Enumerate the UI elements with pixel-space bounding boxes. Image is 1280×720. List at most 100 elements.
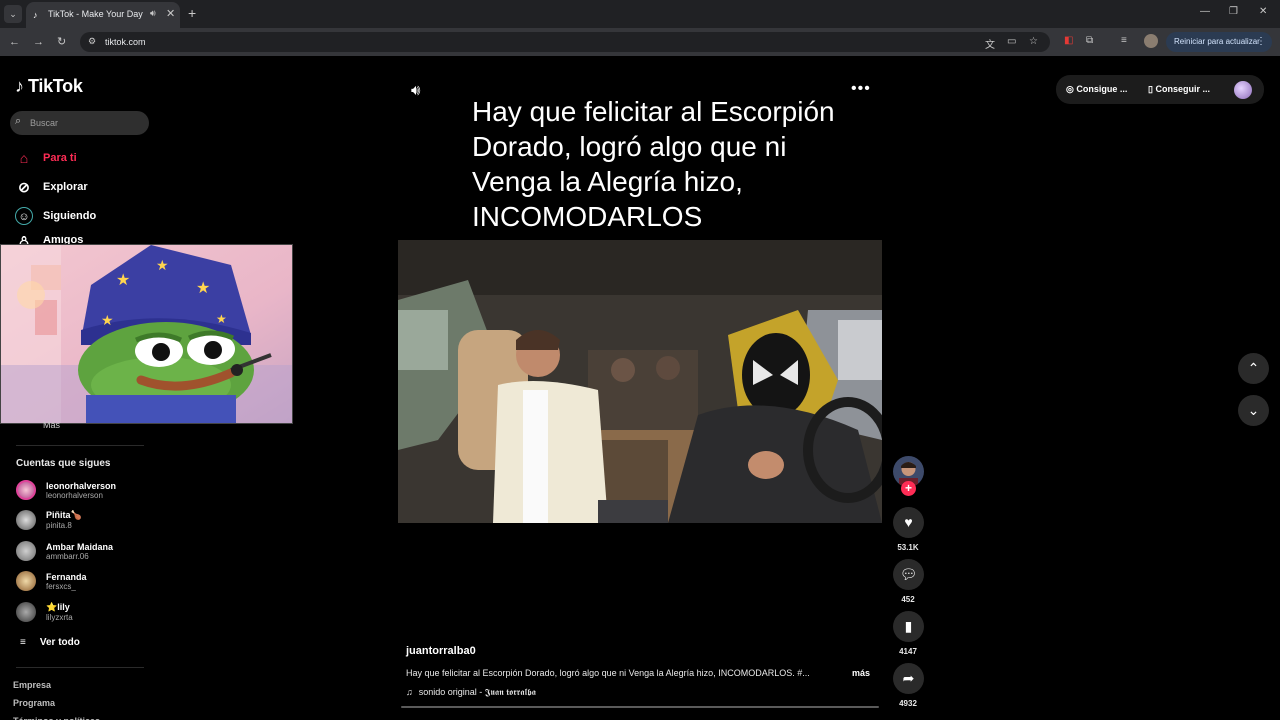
reading-list-icon[interactable]: ≡ (1121, 35, 1127, 46)
cast-icon[interactable]: ▭ (1007, 36, 1016, 47)
footer-link-company[interactable]: Empresa (13, 680, 51, 690)
tab-audio-icon[interactable]: 🔊︎ (150, 8, 156, 19)
svg-text:★: ★ (101, 313, 114, 329)
new-tab-icon[interactable]: + (188, 5, 196, 21)
like-button[interactable]: ♥ (893, 507, 924, 538)
search-input[interactable]: ⌕ Buscar (10, 111, 149, 135)
picture-in-picture-overlay[interactable]: ★ ★ ★ ★ ★ (0, 244, 293, 424)
avatar (16, 480, 36, 500)
browser-toolbar: ← → ↻ ⚙ tiktok.com 文 ▭ ☆ ◧ ⧉ ≡ Reiniciar… (0, 28, 1280, 56)
back-icon[interactable]: ← (9, 35, 20, 49)
comment-button[interactable]: 💬︎ (893, 559, 924, 590)
following-account[interactable]: ⭐lily lilyzxrta (16, 602, 73, 622)
account-handle: fersxcs_ (46, 581, 76, 591)
nav-item-friends[interactable]: ♙ Amigos (15, 236, 84, 244)
tiktok-note-icon: ♪ (15, 76, 24, 96)
save-count: 4147 (899, 647, 917, 656)
profile-avatar[interactable] (1234, 81, 1252, 99)
reload-icon[interactable]: ↻ (57, 35, 66, 49)
account-name: leonorhalverson (46, 480, 117, 491)
list-icon: ≡ (20, 637, 26, 648)
nav-label: Para ti (43, 152, 77, 164)
nav-item-following[interactable]: ☺ Siguiendo (15, 207, 96, 225)
tiktok-logo[interactable]: ♪ TikTok (15, 76, 83, 97)
tab-title: TikTok - Make Your Day (48, 9, 143, 19)
nav-label: Amigos (43, 236, 84, 244)
following-account[interactable]: Ambar Maidana ammbarr.06 (16, 541, 113, 561)
nav-label: Explorar (43, 181, 88, 193)
share-button[interactable]: ➦ (893, 663, 924, 694)
extensions-puzzle-icon[interactable]: ⧉ (1086, 35, 1093, 46)
avatar (16, 571, 36, 591)
avatar (16, 602, 36, 622)
relaunch-update-button[interactable]: Reiniciar para actualizar ⋮ (1166, 32, 1272, 52)
video-progress-bar[interactable] (401, 706, 879, 708)
video-player[interactable] (398, 240, 882, 523)
account-handle: ammbarr.06 (46, 551, 89, 561)
following-account[interactable]: Piñita🍗 pinita.8 (16, 510, 82, 530)
browser-tab[interactable]: ♪ TikTok - Make Your Day 🔊︎ ✕ (26, 2, 180, 28)
tab-close-icon[interactable]: ✕ (166, 8, 175, 20)
site-info-icon[interactable]: ⚙ (88, 36, 96, 47)
nav-item-for-you[interactable]: ⌂ Para ti (15, 149, 77, 167)
svg-text:★: ★ (156, 258, 169, 274)
footer-link-terms[interactable]: Términos y políticas (13, 716, 100, 720)
get-coins-button[interactable]: ◎ Consigue ... (1066, 84, 1127, 95)
see-all-label: Ver todo (39, 637, 80, 648)
bookmark-icon: ▮ (904, 618, 913, 634)
sound-label: sonido original - 𝕵𝖚𝖆𝖓 𝖙𝖔𝖗𝖗𝖆𝖑𝖇𝖆 (418, 687, 536, 697)
account-handle: lilyzxrta (46, 613, 73, 622)
video-frame-image (398, 240, 882, 523)
frog-wizard-image: ★ ★ ★ ★ ★ (1, 245, 292, 423)
get-app-button[interactable]: ▯ Conseguir ... (1148, 84, 1210, 95)
heart-icon: ♥ (904, 514, 913, 530)
sidebar-divider (16, 445, 144, 446)
following-account[interactable]: Fernanda fersxcs_ (16, 571, 87, 591)
nav-item-more[interactable]: Más (43, 420, 60, 428)
following-account[interactable]: leonorhalverson leonorhalverson (16, 480, 116, 500)
see-all-button[interactable]: ≡ Ver todo (20, 637, 80, 648)
share-count: 4932 (899, 699, 917, 708)
browser-menu-icon[interactable]: ⋮ (1256, 36, 1266, 47)
top-right-actions: ◎ Consigue ... ▯ Conseguir ... (1056, 75, 1264, 104)
account-name: Piñita🍗 (46, 510, 82, 520)
bookmark-star-icon[interactable]: ☆ (1029, 36, 1038, 47)
svg-text:★: ★ (116, 270, 130, 289)
svg-text:★: ★ (196, 278, 210, 297)
home-icon: ⌂ (19, 150, 29, 166)
profile-avatar-icon[interactable] (1144, 34, 1158, 48)
video-author[interactable]: juantorralba0 (406, 645, 476, 657)
description-more-button[interactable]: más (852, 668, 870, 678)
logo-text: TikTok (28, 76, 83, 96)
previous-video-button[interactable]: ⌃ (1238, 353, 1269, 384)
sidebar-divider (16, 667, 144, 668)
get-app-label: Conseguir ... (1155, 84, 1210, 94)
footer-link-program[interactable]: Programa (13, 698, 55, 708)
tab-search-icon[interactable]: ⌄ (4, 5, 22, 23)
friends-icon: ♙ (17, 236, 31, 244)
avatar (16, 510, 36, 530)
save-button[interactable]: ▮ (893, 611, 924, 642)
window-close-icon[interactable]: ✕ (1259, 6, 1267, 17)
minimize-icon[interactable]: — (1200, 6, 1210, 17)
comment-icon: 💬︎ (899, 566, 918, 582)
music-note-icon: ♫ (406, 687, 413, 697)
share-icon: ➦ (902, 670, 915, 686)
next-video-button[interactable]: ⌄ (1238, 395, 1269, 426)
search-icon: ⌕ (15, 115, 22, 127)
search-placeholder: Buscar (30, 118, 59, 128)
nav-label: Siguiendo (43, 210, 97, 222)
get-coins-label: Consigue ... (1076, 84, 1128, 94)
video-caption-overlay: Hay que felicitar al Escorpión Dorado, l… (472, 96, 835, 232)
forward-icon[interactable]: → (33, 35, 44, 49)
extension-icon[interactable]: ◧ (1064, 35, 1073, 46)
nav-item-explore[interactable]: ⊘ Explorar (15, 178, 88, 196)
restore-icon[interactable]: ❐ (1229, 6, 1238, 17)
tiktok-favicon-icon: ♪ (33, 10, 38, 20)
url-text[interactable]: tiktok.com (105, 37, 146, 47)
volume-icon[interactable]: 🔊︎ (411, 82, 420, 99)
follow-plus-icon[interactable]: + (901, 481, 916, 496)
address-bar[interactable]: ⚙ tiktok.com 文 ▭ ☆ (80, 32, 1050, 52)
translate-icon[interactable]: 文 (985, 36, 995, 51)
video-sound[interactable]: ♫ sonido original - 𝕵𝖚𝖆𝖓 𝖙𝖔𝖗𝖗𝖆𝖑𝖇𝖆 (406, 687, 536, 698)
